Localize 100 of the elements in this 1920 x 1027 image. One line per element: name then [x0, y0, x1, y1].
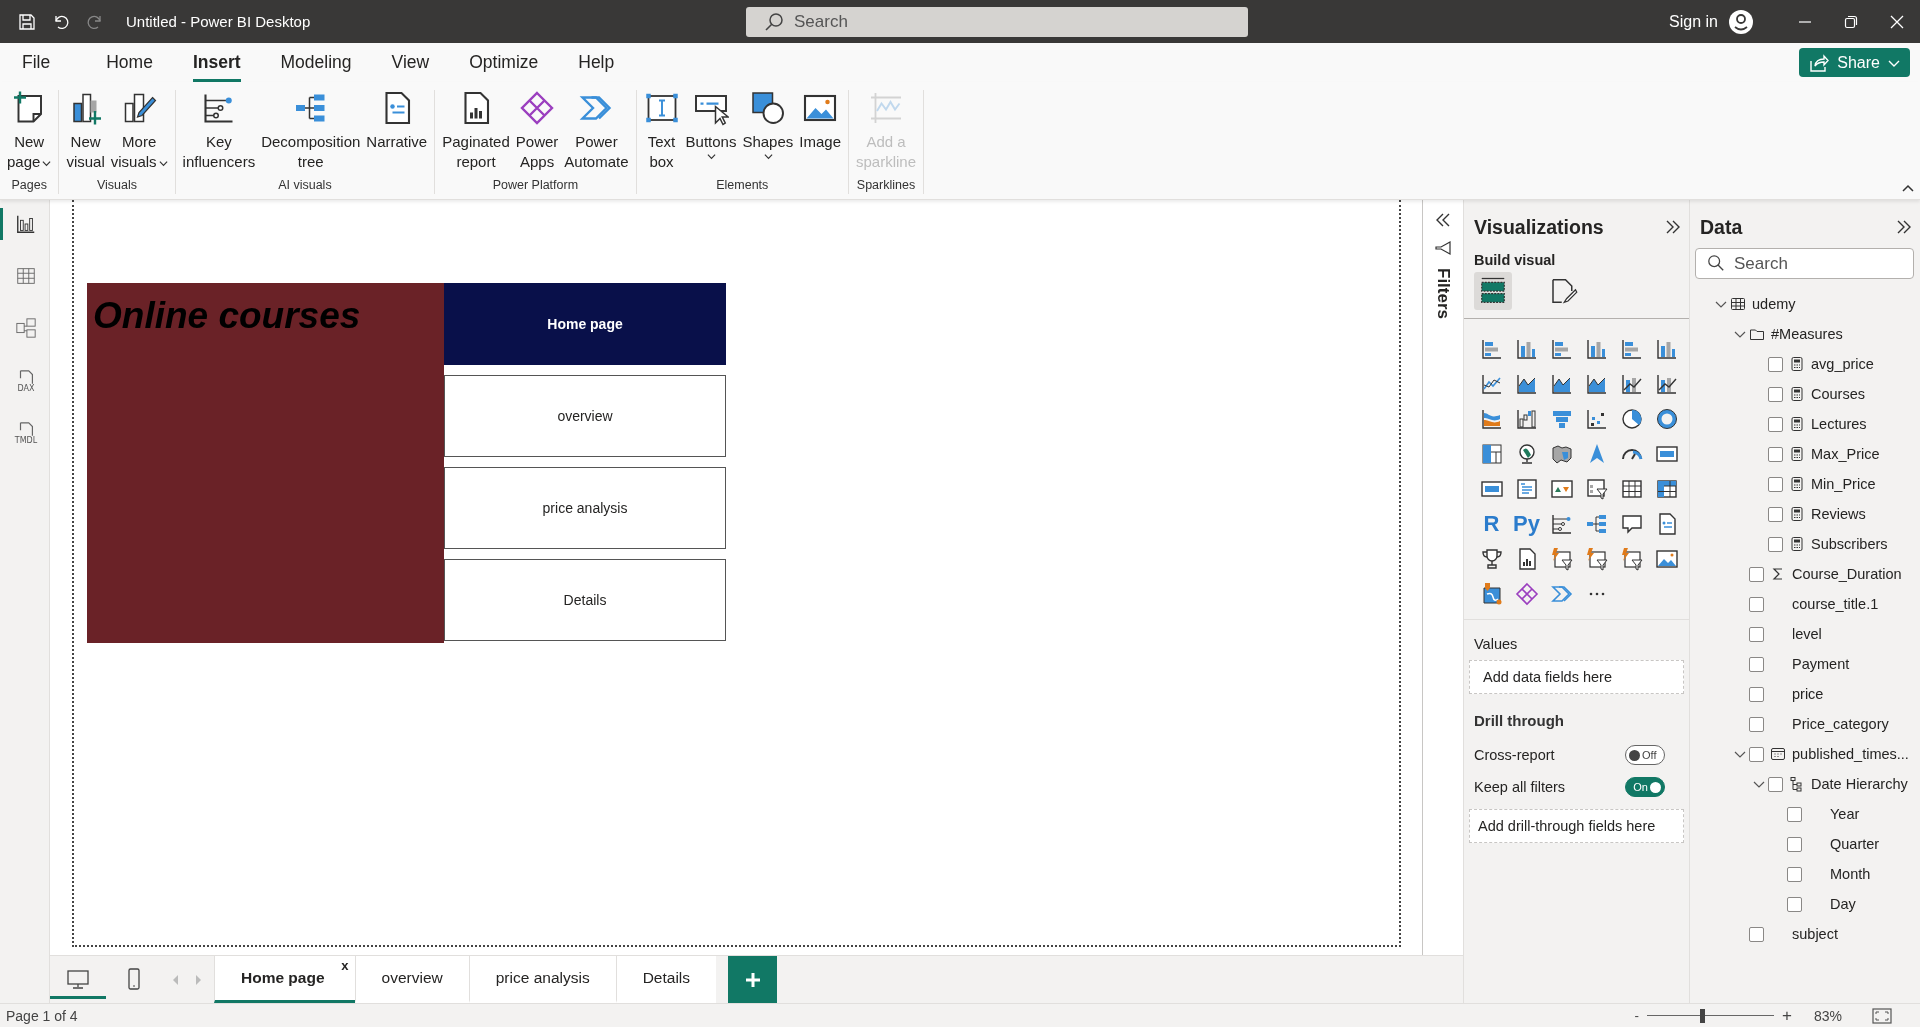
checkbox[interactable] — [1768, 536, 1783, 552]
checkbox[interactable] — [1787, 866, 1802, 882]
toggle-switch[interactable]: On — [1625, 777, 1665, 797]
field-name[interactable]: Price_category — [1792, 716, 1889, 732]
pie-chart-icon[interactable] — [1619, 406, 1644, 431]
field-name[interactable]: Month — [1830, 866, 1871, 882]
nav-button[interactable]: price analysis — [444, 467, 726, 549]
list-icon[interactable] — [1514, 476, 1539, 501]
letter-icon[interactable]: Py — [1513, 510, 1540, 537]
field-name[interactable]: Quarter — [1830, 836, 1880, 852]
checkbox[interactable] — [1787, 896, 1802, 912]
ribbon-button[interactable]: Text box — [640, 90, 683, 178]
field-name[interactable]: udemy — [1752, 296, 1796, 312]
field-name[interactable]: level — [1792, 626, 1822, 642]
ribbon-button[interactable]: Buttons — [682, 90, 740, 178]
search-field[interactable]: Search — [1695, 248, 1914, 279]
power-apps-icon[interactable] — [1514, 581, 1539, 606]
field-name[interactable]: Max_Price — [1811, 446, 1880, 462]
user-icon[interactable] — [1728, 8, 1754, 35]
field-name[interactable]: #Measures — [1771, 326, 1843, 342]
drop-zone[interactable]: Add drill-through fields here — [1469, 809, 1684, 843]
menu-tab[interactable]: Modeling — [280, 43, 352, 82]
field-name[interactable]: avg_price — [1811, 356, 1874, 372]
checkbox[interactable] — [1768, 416, 1783, 432]
checkbox[interactable] — [1768, 446, 1783, 462]
menu-tab[interactable]: View — [391, 43, 430, 82]
ribbon-button[interactable]: Shapes — [739, 90, 797, 178]
letter-icon[interactable]: R — [1483, 510, 1500, 537]
trophy-icon[interactable] — [1479, 546, 1504, 571]
ribbon-button[interactable]: New page — [4, 90, 55, 178]
checkbox[interactable] — [1768, 776, 1783, 792]
zoom-out-button[interactable]: - — [1634, 1008, 1640, 1023]
field-name[interactable]: Day — [1830, 896, 1856, 912]
menu-tab[interactable]: File — [22, 43, 51, 82]
field-name[interactable]: price — [1792, 686, 1824, 702]
nav-button[interactable]: Home page — [444, 283, 726, 365]
field-name[interactable]: published_times... — [1792, 746, 1909, 762]
checkbox[interactable] — [1768, 386, 1783, 402]
checkbox[interactable] — [1768, 476, 1783, 492]
menu-tab[interactable]: Home — [106, 43, 153, 82]
slicer-icon[interactable] — [1584, 476, 1609, 501]
ribbon-button[interactable]: Paginated report — [439, 90, 513, 178]
nav-button[interactable]: overview — [444, 375, 726, 457]
page-tab[interactable]: price analysis — [468, 956, 616, 1003]
ribbon-button[interactable]: Decomposition tree — [258, 90, 364, 178]
checkbox[interactable] — [1749, 626, 1764, 642]
ribbon-button[interactable]: More visuals — [107, 90, 171, 178]
checkbox[interactable] — [1749, 716, 1764, 732]
menu-tab[interactable]: Optimize — [469, 43, 539, 82]
filters-label[interactable]: Filters — [1433, 268, 1453, 320]
ribbon-button[interactable]: New visual — [63, 90, 108, 178]
expand-icon[interactable] — [1896, 219, 1912, 235]
zoom-in-button[interactable]: + — [1782, 1005, 1792, 1026]
save-icon[interactable] — [18, 12, 36, 31]
nav-button[interactable]: Details — [444, 559, 726, 641]
field-name[interactable]: Year — [1830, 806, 1860, 822]
ribbon-button[interactable]: Power Automate — [561, 90, 632, 178]
page-tab[interactable]: overview — [354, 956, 469, 1003]
slider-thumb[interactable] — [1700, 1008, 1706, 1023]
treemap-icon[interactable] — [1479, 441, 1504, 466]
page-tab[interactable]: Home page x — [214, 956, 355, 1003]
collapse-icon[interactable] — [1435, 212, 1451, 228]
checkbox[interactable] — [1787, 806, 1802, 822]
checkbox[interactable] — [1749, 926, 1764, 942]
toggle-switch[interactable]: Off — [1625, 745, 1665, 765]
page-count: Page 1 of 4 — [6, 1007, 78, 1024]
donut-chart-icon[interactable] — [1654, 406, 1679, 431]
field-name[interactable]: Subscribers — [1811, 536, 1888, 552]
field-name[interactable]: Course_Duration — [1792, 566, 1902, 582]
sign-in-button[interactable]: Sign in — [1669, 12, 1718, 31]
menu-tab[interactable]: Help — [578, 43, 615, 82]
add-page-button[interactable] — [728, 956, 778, 1003]
checkbox[interactable] — [1749, 596, 1764, 612]
field-name[interactable]: Min_Price — [1811, 476, 1876, 492]
field-name[interactable]: course_title.1 — [1792, 596, 1879, 612]
expand-icon[interactable] — [1665, 219, 1681, 235]
close-tab[interactable]: x — [341, 958, 349, 973]
checkbox[interactable] — [1787, 836, 1802, 852]
build-visual-icon[interactable] — [1474, 272, 1512, 310]
ribbon-button[interactable]: Key influencers — [179, 90, 259, 178]
field-name[interactable]: Payment — [1792, 656, 1850, 672]
checkbox[interactable] — [1749, 566, 1764, 582]
checkbox[interactable] — [1749, 656, 1764, 672]
checkbox[interactable] — [1768, 506, 1783, 522]
fit-page-icon[interactable] — [1872, 1007, 1892, 1024]
ribbon-button[interactable]: Narrative — [363, 90, 431, 178]
field-name[interactable]: subject — [1792, 926, 1838, 942]
ribbon-button[interactable]: Power Apps — [512, 90, 562, 178]
ribbon-button[interactable]: Image — [796, 90, 844, 178]
page-tab[interactable]: Details — [615, 956, 717, 1003]
field-name[interactable]: Reviews — [1811, 506, 1866, 522]
field-name[interactable]: Date Hierarchy — [1811, 776, 1908, 792]
field-name[interactable]: Courses — [1811, 386, 1865, 402]
field-name[interactable]: Lectures — [1811, 416, 1867, 432]
checkbox[interactable] — [1749, 686, 1764, 702]
share-button[interactable]: Share — [1799, 48, 1910, 77]
checkbox[interactable] — [1749, 746, 1764, 762]
search-field[interactable]: Search — [746, 6, 1248, 37]
checkbox[interactable] — [1768, 356, 1783, 372]
drop-zone[interactable]: Add data fields here — [1469, 660, 1684, 694]
